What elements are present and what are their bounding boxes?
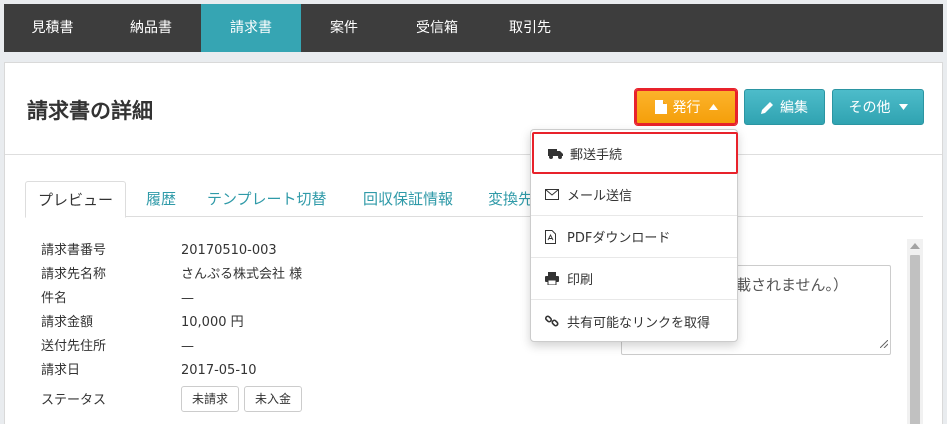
panel-header: 請求書の詳細 発行 編集 その他 (5, 63, 942, 155)
menu-item-pdf-download[interactable]: PDFダウンロード (531, 216, 737, 258)
nav-item-delivery[interactable]: 納品書 (101, 4, 201, 52)
menu-item-label: 郵送手続 (570, 147, 623, 163)
edit-button-label: 編集 (780, 100, 808, 116)
status-badge[interactable]: 未入金 (244, 386, 303, 412)
detail-value: — (181, 291, 194, 306)
nav-item-project[interactable]: 案件 (301, 4, 387, 52)
menu-item-email[interactable]: メール送信 (531, 174, 737, 216)
tab-history[interactable]: 履歴 (146, 181, 176, 217)
nav-item-estimate[interactable]: 見積書 (4, 4, 101, 52)
tab-collection-guarantee[interactable]: 回収保証情報 (363, 181, 453, 217)
tab-conversion[interactable]: 変換先 (488, 181, 533, 217)
detail-label: 送付先住所 (41, 339, 107, 354)
page-title: 請求書の詳細 (27, 99, 153, 123)
link-icon (545, 314, 561, 328)
detail-label: 請求金額 (41, 315, 94, 330)
pencil-icon (761, 101, 774, 114)
tab-preview[interactable]: プレビュー (25, 181, 127, 218)
menu-item-label: PDFダウンロード (567, 231, 671, 246)
pdf-file-icon (545, 229, 561, 244)
status-badges: 未請求 未入金 (181, 386, 307, 414)
other-menu-button[interactable]: その他 (832, 89, 924, 125)
nav-item-inbox[interactable]: 受信箱 (387, 4, 487, 52)
tab-bar: プレビュー 履歴 テンプレート切替 回収保証情報 変換先 (25, 181, 923, 218)
menu-item-postal[interactable]: 郵送手続 (532, 132, 738, 174)
menu-item-label: メール送信 (567, 189, 633, 204)
issue-dropdown-menu: 郵送手続 メール送信 PDFダウンロード 印刷 共有可能なリンクを取得 (530, 129, 738, 342)
vertical-scrollbar[interactable] (907, 239, 923, 424)
top-nav: 見積書 納品書 請求書 案件 受信箱 取引先 (4, 4, 943, 52)
menu-item-label: 印刷 (567, 273, 594, 288)
caret-up-icon (708, 104, 718, 110)
detail-label: 件名 (41, 291, 68, 306)
printer-icon (545, 272, 561, 285)
menu-item-label: 共有可能なリンクを取得 (567, 315, 711, 331)
tab-template[interactable]: テンプレート切替 (207, 181, 327, 217)
status-badge[interactable]: 未請求 (181, 386, 240, 412)
status-label: ステータス (41, 393, 107, 408)
scroll-thumb[interactable] (910, 255, 920, 424)
detail-value: 2017-05-10 (181, 363, 257, 378)
nav-item-invoice[interactable]: 請求書 (201, 4, 301, 52)
memo-text: 載されません。） (736, 276, 849, 294)
file-icon (654, 100, 667, 114)
detail-label: 請求書番号 (41, 243, 107, 258)
detail-value: 10,000 円 (181, 315, 244, 330)
caret-down-icon (898, 104, 908, 110)
nav-item-clients[interactable]: 取引先 (487, 4, 573, 52)
envelope-icon (545, 189, 561, 200)
detail-value: さんぷる株式会社 様 (181, 267, 303, 282)
resize-grip-icon[interactable] (879, 337, 889, 352)
truck-icon (548, 148, 564, 159)
other-button-label: その他 (848, 100, 891, 116)
detail-value: — (181, 339, 194, 354)
issue-button[interactable]: 発行 (635, 89, 737, 125)
menu-item-print[interactable]: 印刷 (531, 258, 737, 300)
menu-item-share-link[interactable]: 共有可能なリンクを取得 (531, 300, 737, 342)
edit-button[interactable]: 編集 (744, 89, 825, 125)
issue-button-label: 発行 (672, 100, 701, 116)
detail-label: 請求先名称 (41, 267, 107, 282)
detail-label: 請求日 (41, 363, 81, 378)
scroll-up-arrow-icon[interactable] (910, 243, 920, 249)
invoice-detail-panel: 請求書の詳細 発行 編集 その他 プレビュー 履歴 テンプレート切替 回収保証情… (4, 62, 943, 424)
detail-value: 20170510-003 (181, 243, 277, 258)
